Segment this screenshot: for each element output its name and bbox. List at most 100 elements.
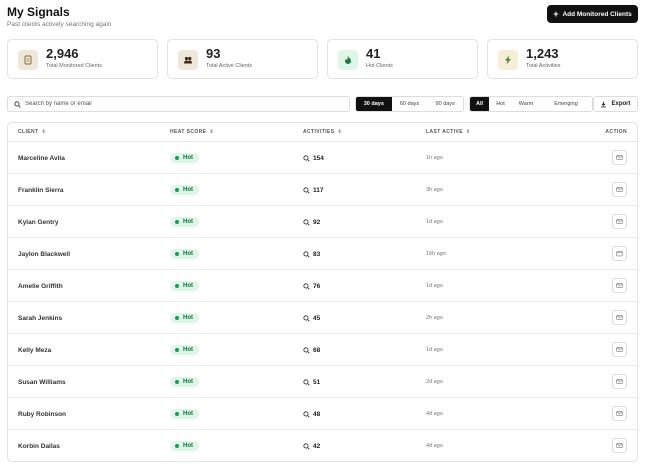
activities-count: 154 (313, 154, 324, 162)
column-label: ACTIVITIES (303, 129, 335, 135)
client-name[interactable]: Marceline Avila (18, 142, 65, 174)
activities-count: 51 (313, 378, 321, 386)
add-monitored-clients-button[interactable]: + Add Monitored Clients (547, 5, 638, 23)
filter-emerging[interactable]: Emerging (540, 97, 592, 111)
stat-card-activities: 1,243 Total Activities (487, 39, 638, 79)
heat-label: Hot (183, 283, 193, 289)
column-last-active[interactable]: LAST ACTIVE ⇕ (426, 129, 471, 135)
heat-badge: Hot (170, 249, 199, 259)
filter-60-days[interactable]: 60 days (392, 97, 428, 111)
status-dot (175, 316, 179, 320)
client-name[interactable]: Ruby Robinson (18, 398, 66, 430)
stat-label: Hot Clients (366, 63, 393, 69)
column-heat-score[interactable]: HEAT SCORE ⇕ (170, 129, 214, 135)
column-client[interactable]: CLIENT ⇕ (18, 129, 46, 135)
heat-badge: Hot (170, 409, 199, 419)
filter-warm[interactable]: Warm (512, 97, 540, 111)
mail-icon (616, 283, 623, 288)
table-row[interactable]: Korbin Dallas Hot 42 4d ago (8, 430, 637, 461)
heat-label: Hot (183, 219, 193, 225)
heat-badge: Hot (170, 377, 199, 387)
action-button[interactable] (612, 278, 627, 293)
table-row[interactable]: Kelly Meza Hot 68 1d ago (8, 334, 637, 366)
heat-label: Hot (183, 315, 193, 321)
heat-badge: Hot (170, 153, 199, 163)
status-dot (175, 252, 179, 256)
table-row[interactable]: Ruby Robinson Hot 48 4d ago (8, 398, 637, 430)
sort-icon: ⇕ (466, 129, 471, 135)
table-row[interactable]: Kylan Gentry Hot 92 1d ago (8, 206, 637, 238)
action-button[interactable] (612, 246, 627, 261)
bolt-icon (498, 50, 518, 70)
column-label: ACTION (605, 129, 627, 135)
stat-label: Total Monitored Clients (46, 63, 102, 69)
last-active: 3h ago (426, 187, 443, 193)
last-active: 2h ago (426, 315, 443, 321)
client-name[interactable]: Susan Williams (18, 366, 66, 398)
client-name[interactable]: Sarah Jenkins (18, 302, 62, 334)
column-activities[interactable]: ACTIVITIES ⇕ (303, 129, 342, 135)
filter-90-days[interactable]: 90 days (427, 97, 463, 111)
client-name[interactable]: Korbin Dallas (18, 430, 60, 461)
action-button[interactable] (612, 310, 627, 325)
search-box[interactable] (7, 96, 350, 112)
export-button[interactable]: Export (593, 96, 638, 112)
action-button[interactable] (612, 406, 627, 421)
action-button[interactable] (612, 150, 627, 165)
table-row[interactable]: Jaylon Blackwell Hot 83 16h ago (8, 238, 637, 270)
clients-table: CLIENT ⇕ HEAT SCORE ⇕ ACTIVITIES ⇕ LAST ACT… (7, 122, 638, 462)
client-name[interactable]: Kelly Meza (18, 334, 51, 366)
download-icon (601, 101, 607, 107)
page-subtitle: Past clients actively searching again (7, 21, 112, 28)
search-icon (303, 442, 310, 450)
last-active: 1d ago (426, 219, 443, 225)
heat-badge: Hot (170, 313, 199, 323)
last-active: 1h ago (426, 155, 443, 161)
action-button[interactable] (612, 214, 627, 229)
mail-icon (616, 155, 623, 160)
stat-value: 1,243 (526, 46, 559, 61)
table-row[interactable]: Susan Williams Hot 51 2d ago (8, 366, 637, 398)
heat-filter: All Hot Warm Emerging (469, 96, 593, 112)
table-header: CLIENT ⇕ HEAT SCORE ⇕ ACTIVITIES ⇕ LAST ACT… (8, 123, 637, 142)
search-icon (303, 378, 310, 386)
last-active: 1d ago (426, 283, 443, 289)
flame-icon (338, 50, 358, 70)
heat-label: Hot (183, 379, 193, 385)
heat-label: Hot (183, 251, 193, 257)
last-active: 4d ago (426, 411, 443, 417)
mail-icon (616, 379, 623, 384)
client-name[interactable]: Jaylon Blackwell (18, 238, 70, 270)
filter-30-days[interactable]: 30 days (356, 97, 392, 111)
action-button[interactable] (612, 182, 627, 197)
mail-icon (616, 219, 623, 224)
table-row[interactable]: Amelie Griffith Hot 76 1d ago (8, 270, 637, 302)
mail-icon (616, 187, 623, 192)
heat-badge: Hot (170, 441, 199, 451)
search-icon (303, 282, 310, 290)
action-button[interactable] (612, 438, 627, 453)
client-name[interactable]: Amelie Griffith (18, 270, 63, 302)
last-active: 2d ago (426, 379, 443, 385)
search-icon (14, 100, 21, 108)
column-label: HEAT SCORE (170, 129, 207, 135)
status-dot (175, 380, 179, 384)
sort-icon: ⇕ (41, 129, 47, 135)
action-button[interactable] (612, 374, 627, 389)
table-row[interactable]: Franklin Sierra Hot 117 3h ago (8, 174, 637, 206)
filter-hot[interactable]: Hot (489, 97, 512, 111)
client-name[interactable]: Franklin Sierra (18, 174, 64, 206)
action-button[interactable] (612, 342, 627, 357)
client-name[interactable]: Kylan Gentry (18, 206, 58, 238)
status-dot (175, 188, 179, 192)
search-icon (303, 186, 310, 194)
last-active: 4d ago (426, 443, 443, 449)
activities-count: 45 (313, 314, 321, 322)
stats-row: 2,946 Total Monitored Clients 93 Total A… (7, 39, 638, 79)
filter-all[interactable]: All (470, 97, 489, 111)
plus-icon: + (553, 8, 559, 19)
table-row[interactable]: Sarah Jenkins Hot 45 2h ago (8, 302, 637, 334)
search-input[interactable] (25, 101, 325, 107)
table-row[interactable]: Marceline Avila Hot 154 1h ago (8, 142, 637, 174)
heat-label: Hot (183, 347, 193, 353)
